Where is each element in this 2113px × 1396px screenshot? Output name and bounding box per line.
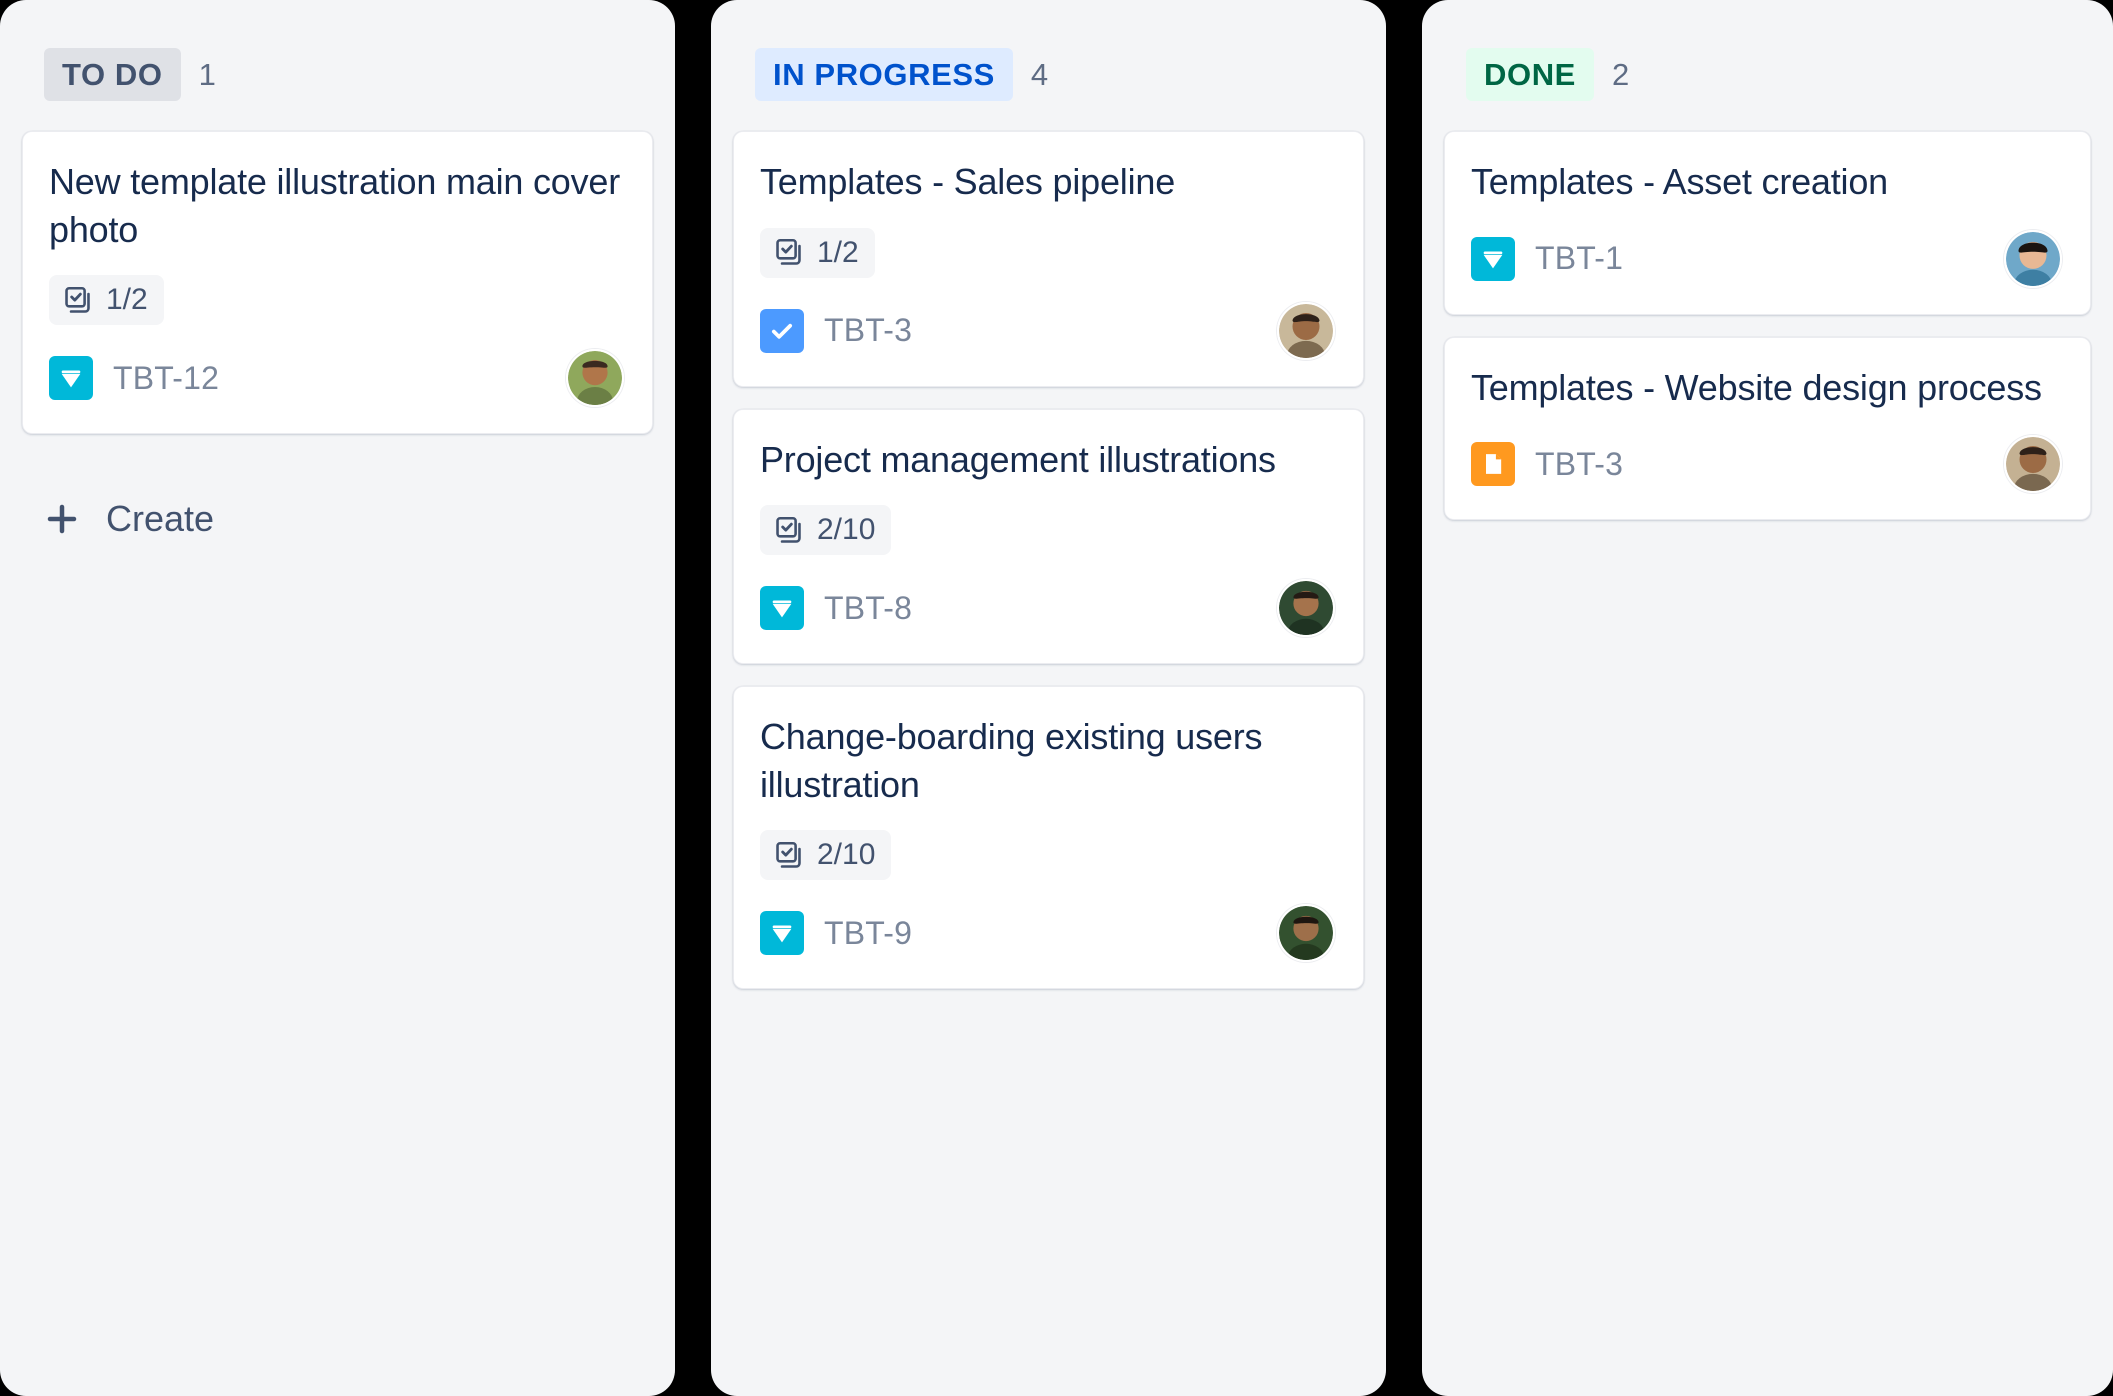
avatar[interactable] [2004, 229, 2062, 288]
card-title: New template illustration main cover pho… [49, 161, 621, 250]
column-done: DONE 2 Templates - Asset creation TBT-1 [1422, 0, 2113, 1396]
create-button[interactable]: Create [22, 482, 234, 556]
card-title: Change-boarding existing users illustrat… [760, 716, 1263, 805]
status-badge-done[interactable]: DONE [1466, 48, 1594, 101]
checklist-count: 1/2 [106, 283, 148, 317]
column-header-in-progress: IN PROGRESS 4 [733, 0, 1364, 131]
card-title: Project management illustrations [760, 438, 1276, 480]
issue-key[interactable]: TBT-12 [113, 360, 219, 397]
card-tbt-3-done[interactable]: Templates - Website design process TBT-3 [1444, 336, 2091, 521]
card-footer: TBT-3 [760, 301, 1335, 360]
card-footer: TBT-12 [49, 349, 624, 408]
issue-key[interactable]: TBT-3 [1535, 446, 1623, 483]
card-footer: TBT-8 [760, 579, 1335, 638]
card-title: Templates - Website design process [1471, 366, 2042, 408]
column-count-done: 2 [1611, 57, 1630, 92]
card-tbt-8[interactable]: Project management illustrations 2/10 TB… [733, 408, 1364, 665]
card-title: Templates - Asset creation [1471, 161, 1888, 202]
card-tbt-9[interactable]: Change-boarding existing users illustrat… [733, 686, 1364, 990]
checklist-badge[interactable]: 1/2 [49, 275, 164, 326]
column-header-done: DONE 2 [1444, 0, 2091, 131]
story-icon[interactable] [1471, 236, 1515, 281]
subtask-icon[interactable] [760, 308, 804, 353]
avatar[interactable] [2004, 435, 2062, 494]
status-badge-todo[interactable]: TO DO [44, 48, 181, 101]
issue-key[interactable]: TBT-3 [824, 312, 912, 349]
kanban-board: TO DO 1 New template illustration main c… [0, 0, 2113, 1396]
issue-key[interactable]: TBT-1 [1535, 240, 1623, 277]
checklist-badge[interactable]: 1/2 [760, 227, 875, 278]
avatar[interactable] [1277, 904, 1335, 963]
column-in-progress: IN PROGRESS 4 Templates - Sales pipeline… [711, 0, 1386, 1396]
checklist-count: 2/10 [817, 838, 876, 872]
card-tbt-3-progress[interactable]: Templates - Sales pipeline 1/2 TBT-3 [733, 131, 1364, 387]
card-list-todo: New template illustration main cover pho… [22, 131, 653, 556]
avatar[interactable] [1277, 579, 1335, 638]
checklist-icon [62, 285, 93, 316]
card-footer: TBT-9 [760, 904, 1335, 963]
checklist-badge[interactable]: 2/10 [760, 830, 892, 881]
avatar[interactable] [1277, 301, 1335, 360]
card-footer: TBT-1 [1471, 229, 2062, 288]
card-tbt-1[interactable]: Templates - Asset creation TBT-1 [1444, 131, 2091, 315]
card-tbt-12[interactable]: New template illustration main cover pho… [22, 131, 653, 435]
card-title: Templates - Sales pipeline [760, 161, 1176, 202]
column-count-todo: 1 [198, 57, 216, 92]
story-icon[interactable] [760, 911, 804, 956]
card-list-done: Templates - Asset creation TBT-1 Templat… [1444, 131, 2091, 521]
checklist-count: 2/10 [817, 513, 876, 547]
checklist-icon [773, 237, 804, 268]
avatar[interactable] [566, 349, 624, 408]
create-label: Create [106, 498, 215, 540]
task-page-icon[interactable] [1471, 442, 1515, 487]
checklist-badge[interactable]: 2/10 [760, 505, 892, 556]
column-todo: TO DO 1 New template illustration main c… [0, 0, 675, 1396]
story-icon[interactable] [760, 586, 804, 631]
story-icon[interactable] [49, 356, 93, 401]
checklist-count: 1/2 [817, 235, 859, 269]
checklist-icon [773, 840, 804, 871]
card-footer: TBT-3 [1471, 435, 2062, 494]
column-count-in-progress: 4 [1030, 57, 1049, 92]
issue-key[interactable]: TBT-8 [824, 590, 912, 627]
column-header-todo: TO DO 1 [22, 0, 653, 131]
card-list-in-progress: Templates - Sales pipeline 1/2 TBT-3 Pro… [733, 131, 1364, 990]
checklist-icon [773, 515, 804, 546]
issue-key[interactable]: TBT-9 [824, 915, 912, 952]
status-badge-in-progress[interactable]: IN PROGRESS [755, 48, 1013, 101]
plus-icon [44, 501, 80, 537]
